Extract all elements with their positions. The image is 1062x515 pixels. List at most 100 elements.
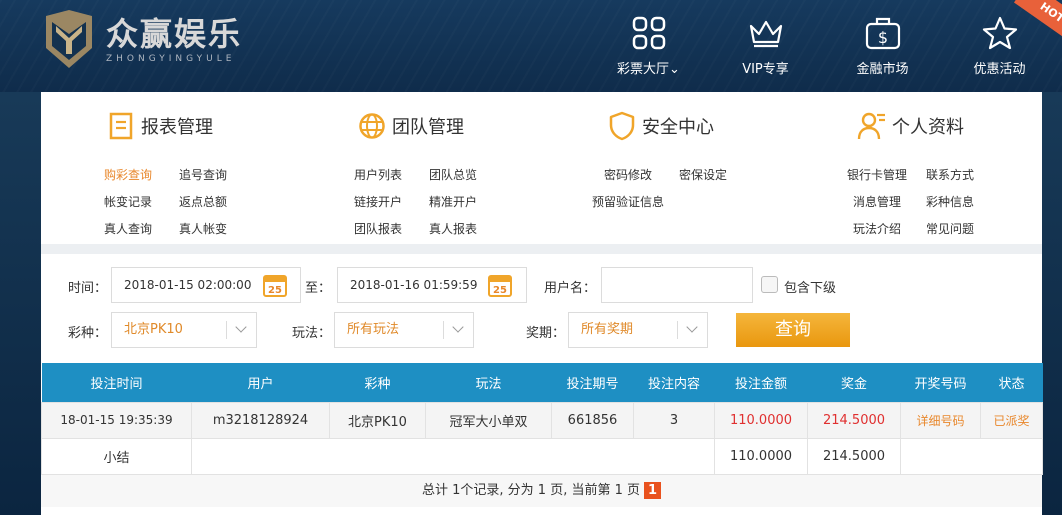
user-profile-icon (857, 112, 885, 140)
col-draw-number: 开奖号码 (900, 363, 981, 402)
lottery-label: 彩种： (68, 326, 108, 341)
brand-subtitle: ZHONGYINGYULE (106, 54, 236, 64)
link-faq[interactable]: 常见问题 (926, 220, 974, 237)
brand-name: 众赢娱乐 (106, 15, 243, 53)
col-content: 投注内容 (633, 363, 715, 402)
link-live-report[interactable]: 真人报表 (429, 220, 477, 237)
detail-numbers-link[interactable]: 详细号码 (900, 401, 981, 439)
link-contact[interactable]: 联系方式 (926, 166, 974, 183)
col-amount: 投注金额 (714, 363, 808, 402)
dollar-bag-icon: $ (865, 17, 900, 50)
end-time-value: 2018-01-16 01:59:59 (350, 278, 478, 292)
report-icon (109, 112, 133, 140)
cell-content: 3 (633, 401, 715, 439)
link-live-query[interactable]: 真人查询 (104, 220, 152, 237)
globe-icon (359, 113, 385, 139)
link-account-changes[interactable]: 帐变记录 (104, 193, 152, 210)
top-header: 众赢娱乐 ZHONGYINGYULE 彩票大厅⌄ VIP专享 $ 金融市场 优惠… (0, 0, 1062, 92)
nav-finance[interactable]: $ 金融市场 (824, 14, 941, 77)
cell-lottery: 北京PK10 (329, 401, 426, 439)
chevron-down-icon: ⌄ (669, 62, 680, 77)
link-team-report[interactable]: 团队报表 (354, 220, 402, 237)
username-input[interactable] (601, 267, 753, 303)
menu-report-title: 报表管理 (141, 117, 213, 138)
menu-team-heading[interactable]: 团队管理 (356, 110, 464, 142)
nav-promotions[interactable]: 优惠活动 (941, 14, 1058, 77)
crown-icon (749, 20, 782, 48)
link-reserved-info[interactable]: 预留验证信息 (592, 193, 664, 210)
logo-shield-icon (46, 10, 92, 68)
menu-profile-heading[interactable]: 个人资料 (856, 110, 964, 142)
calendar-icon[interactable]: 25 (488, 273, 512, 297)
col-bonus: 奖金 (807, 363, 901, 402)
summary-amount: 110.0000 (714, 437, 808, 475)
menu-team-title: 团队管理 (392, 117, 464, 138)
include-sub-checkbox[interactable] (761, 276, 778, 293)
link-password-change[interactable]: 密码修改 (604, 166, 652, 183)
svg-text:25: 25 (493, 285, 507, 296)
brand-logo[interactable]: 众赢娱乐 ZHONGYINGYULE (42, 10, 242, 70)
time-label: 时间： (68, 281, 108, 296)
link-play-guide[interactable]: 玩法介绍 (853, 220, 901, 237)
issue-select[interactable]: 所有奖期 (568, 312, 708, 348)
play-select-value: 所有玩法 (347, 322, 400, 337)
link-lottery-info[interactable]: 彩种信息 (926, 193, 974, 210)
svg-text:25: 25 (268, 285, 282, 296)
link-precise-register[interactable]: 精准开户 (429, 193, 477, 210)
col-play: 玩法 (425, 363, 552, 402)
link-user-list[interactable]: 用户列表 (354, 166, 402, 183)
calendar-icon[interactable]: 25 (263, 273, 287, 297)
lottery-select-value: 北京PK10 (124, 322, 183, 337)
side-decoration-right (1042, 92, 1062, 515)
pagination: 总计 1个记录, 分为 1 页, 当前第 1 页 1 (41, 475, 1042, 507)
issue-label: 奖期： (526, 326, 566, 341)
table-header-row: 投注时间 用户 彩种 玩法 投注期号 投注内容 投注金额 奖金 开奖号码 状态 (41, 363, 1043, 402)
col-bet-time: 投注时间 (41, 363, 192, 402)
play-label: 玩法： (292, 326, 332, 341)
cell-amount: 110.0000 (714, 401, 808, 439)
to-label: 至： (305, 281, 332, 296)
nav-vip-label: VIP专享 (742, 62, 789, 77)
link-link-register[interactable]: 链接开户 (354, 193, 402, 210)
menu-security-heading[interactable]: 安全中心 (606, 110, 714, 142)
bet-records-table: 投注时间 用户 彩种 玩法 投注期号 投注内容 投注金额 奖金 开奖号码 状态 … (41, 363, 1043, 475)
nav-vip[interactable]: VIP专享 (707, 14, 824, 77)
link-bank-card[interactable]: 银行卡管理 (847, 166, 907, 183)
query-button[interactable]: 查询 (736, 313, 850, 347)
link-live-changes[interactable]: 真人帐变 (179, 220, 227, 237)
link-rebate-total[interactable]: 返点总额 (179, 193, 227, 210)
page-current[interactable]: 1 (644, 482, 661, 499)
col-issue: 投注期号 (551, 363, 634, 402)
col-status: 状态 (980, 363, 1043, 402)
link-messages[interactable]: 消息管理 (853, 193, 901, 210)
link-team-overview[interactable]: 团队总览 (429, 166, 477, 183)
summary-label: 小结 (41, 437, 192, 475)
grid-icon (632, 16, 665, 50)
lottery-select[interactable]: 北京PK10 (111, 312, 257, 348)
cell-bet-time: 18-01-15 19:35:39 (41, 401, 192, 439)
chevron-down-icon (226, 321, 256, 339)
start-time-value: 2018-01-15 02:00:00 (124, 278, 252, 292)
cell-user: m3218128924 (191, 401, 330, 439)
play-select[interactable]: 所有玩法 (334, 312, 474, 348)
svg-text:$: $ (877, 28, 887, 47)
nav-lottery-hall[interactable]: 彩票大厅⌄ (590, 14, 707, 77)
link-bet-query[interactable]: 购彩查询 (104, 166, 152, 183)
menu-security-title: 安全中心 (642, 117, 714, 138)
username-label: 用户名： (544, 281, 597, 296)
include-sub-label: 包含下级 (784, 281, 837, 296)
nav-finance-label: 金融市场 (856, 62, 909, 77)
star-icon (982, 16, 1017, 50)
top-nav: 彩票大厅⌄ VIP专享 $ 金融市场 优惠活动 (590, 14, 1058, 77)
link-security-question[interactable]: 密保设定 (679, 166, 727, 183)
section-divider (41, 244, 1042, 254)
link-chase-query[interactable]: 追号查询 (179, 166, 227, 183)
menu-profile-title: 个人资料 (892, 117, 964, 138)
account-menu: 报表管理 购彩查询 追号查询 帐变记录 返点总额 真人查询 真人帐变 团队管理 … (41, 92, 1042, 247)
menu-report-heading[interactable]: 报表管理 (105, 110, 213, 142)
chevron-down-icon (677, 321, 707, 339)
table-row[interactable]: 18-01-15 19:35:39 m3218128924 北京PK10 冠军大… (41, 401, 1043, 439)
col-user: 用户 (191, 363, 330, 402)
nav-lottery-hall-label: 彩票大厅 (617, 62, 670, 77)
side-decoration-left (0, 92, 41, 515)
